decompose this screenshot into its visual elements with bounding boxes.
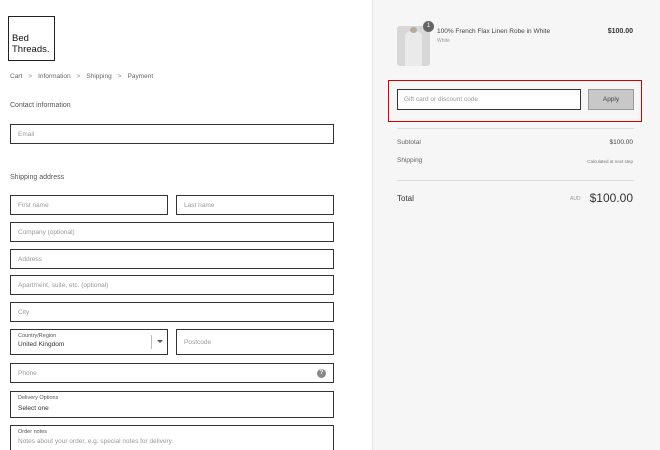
breadcrumb-cart[interactable]: Cart [10, 73, 22, 80]
order-summary-panel [372, 0, 660, 450]
chevron-down-icon [151, 335, 167, 349]
product-thumbnail [397, 26, 430, 66]
order-notes-field[interactable]: Order notes Notes about your order, e.g.… [10, 425, 334, 450]
shipping-value: Calculated at next step [587, 159, 633, 164]
country-label: Country/Region [18, 333, 57, 339]
delivery-label: Delivery Options [18, 395, 59, 401]
total-label: Total [397, 194, 414, 203]
apply-button[interactable]: Apply [588, 89, 634, 110]
first-name-field[interactable]: First name [10, 195, 168, 215]
question-circle-icon[interactable]: ? [317, 369, 326, 378]
divider [397, 180, 634, 181]
breadcrumb: Cart > Information > Shipping > Payment [10, 73, 153, 80]
item-variant: White [437, 38, 450, 44]
subtotal-value: $100.00 [609, 139, 634, 146]
model-head [410, 27, 417, 33]
checkout-form-panel: Bed Threads. Cart > Information > Shipping > P… [0, 0, 372, 450]
company-placeholder: Company (optional) [18, 229, 75, 236]
city-field[interactable]: City [10, 302, 334, 322]
postcode-placeholder: Postcode [184, 339, 212, 346]
apartment-field[interactable]: Apartment, suite, etc. (optional) [10, 275, 334, 295]
breadcrumb-shipping: Shipping [86, 73, 112, 80]
first-name-placeholder: First name [18, 202, 49, 209]
apartment-placeholder: Apartment, suite, etc. (optional) [18, 282, 109, 289]
last-name-placeholder: Last name [184, 202, 215, 209]
quantity-badge: 1 [423, 21, 434, 32]
subtotal-label: Subtotal [397, 139, 421, 146]
total-value: $100.00 [589, 191, 633, 205]
chevron-right-icon: > [76, 73, 81, 80]
country-select[interactable]: Country/Region United Kingdom [10, 329, 168, 355]
delivery-options-select[interactable]: Delivery Options Select one [10, 391, 334, 418]
contact-section-title: Contact information [10, 102, 71, 109]
chevron-right-icon: > [117, 73, 122, 80]
email-field[interactable]: Email [10, 124, 334, 144]
phone-field[interactable]: Phone ? [10, 363, 334, 383]
item-name: 100% French Flax Linen Robe in White [437, 28, 551, 35]
address-placeholder: Address [18, 256, 42, 263]
address-field[interactable]: Address [10, 249, 334, 269]
total-currency: AUD [570, 196, 581, 202]
company-field[interactable]: Company (optional) [10, 222, 334, 242]
item-price: $100.00 [607, 28, 633, 35]
divider [397, 128, 634, 129]
breadcrumb-information: Information [38, 73, 71, 80]
discount-code-input[interactable]: Gift card or discount code [397, 89, 581, 110]
postcode-field[interactable]: Postcode [176, 329, 334, 355]
robe-image [405, 31, 422, 66]
city-placeholder: City [18, 309, 30, 316]
delivery-value: Select one [18, 405, 49, 412]
shipping-label: Shipping [397, 157, 423, 164]
last-name-field[interactable]: Last name [176, 195, 334, 215]
logo-line-1: Bed [12, 33, 29, 44]
logo-line-2: Threads. [12, 44, 50, 55]
email-placeholder: Email [18, 131, 35, 138]
discount-placeholder: Gift card or discount code [404, 96, 479, 103]
notes-placeholder: Notes about your order, e.g. special not… [18, 438, 174, 445]
brand-logo[interactable]: Bed Threads. [8, 16, 55, 61]
notes-label: Order notes [18, 429, 48, 435]
breadcrumb-payment: Payment [127, 73, 154, 80]
shipping-section-title: Shipping address [10, 174, 65, 181]
phone-placeholder: Phone [18, 370, 37, 377]
chevron-right-icon: > [28, 73, 33, 80]
country-value: United Kingdom [18, 341, 65, 348]
